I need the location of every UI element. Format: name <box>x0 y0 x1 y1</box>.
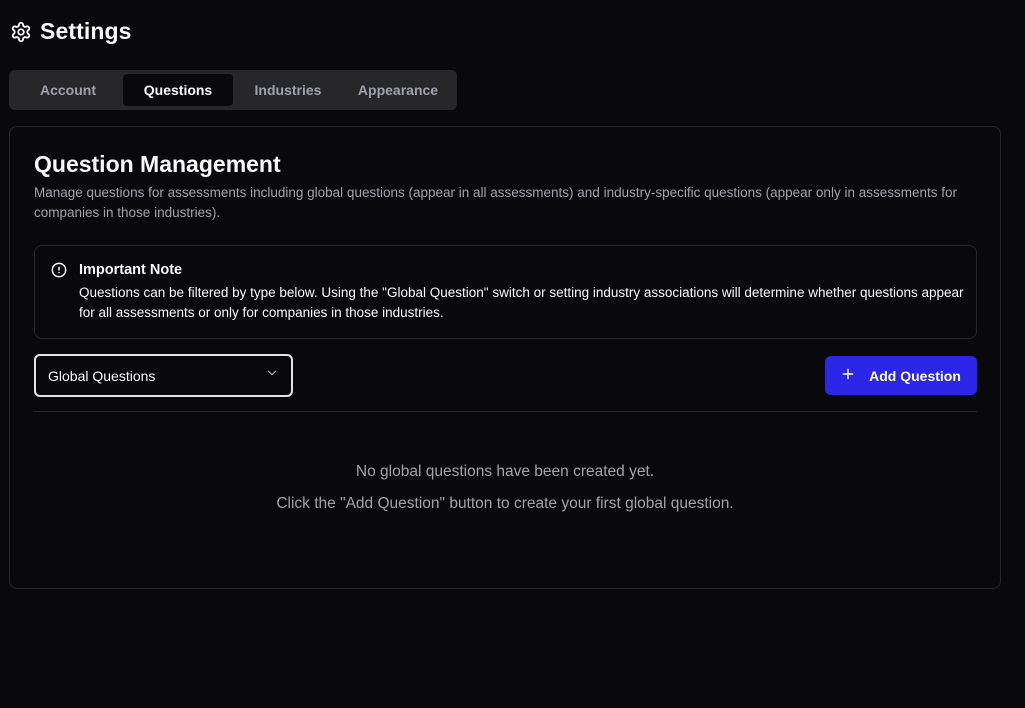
plus-icon <box>841 367 855 384</box>
important-note-alert: Important Note Questions can be filtered… <box>34 245 977 339</box>
question-type-select[interactable]: Global Questions <box>34 354 293 397</box>
tab-industries[interactable]: Industries <box>233 74 343 106</box>
alert-circle-icon <box>51 262 67 278</box>
add-question-label: Add Question <box>869 367 961 384</box>
chevron-down-icon <box>265 366 279 385</box>
empty-state-hint: Click the "Add Question" button to creat… <box>276 495 734 512</box>
alert-title: Important Note <box>79 262 183 278</box>
tab-questions[interactable]: Questions <box>123 74 233 106</box>
tab-appearance[interactable]: Appearance <box>343 74 453 106</box>
divider <box>34 411 977 412</box>
settings-page: Settings Account Questions Industries Ap… <box>0 0 1025 708</box>
alert-body: Questions can be filtered by type below.… <box>79 285 964 320</box>
card-description: Manage questions for assessments includi… <box>34 185 957 220</box>
gear-icon <box>10 21 32 43</box>
page-title: Settings <box>40 18 132 44</box>
card-title: Question Management <box>34 151 281 177</box>
page-header: Settings <box>10 18 132 45</box>
empty-state-title: No global questions have been created ye… <box>355 463 655 480</box>
question-management-card: Question Management Manage questions for… <box>9 126 1001 589</box>
settings-tabs: Account Questions Industries Appearance <box>9 70 457 110</box>
add-question-button[interactable]: Add Question <box>825 356 977 395</box>
tab-account[interactable]: Account <box>13 74 123 106</box>
select-value: Global Questions <box>48 367 156 384</box>
